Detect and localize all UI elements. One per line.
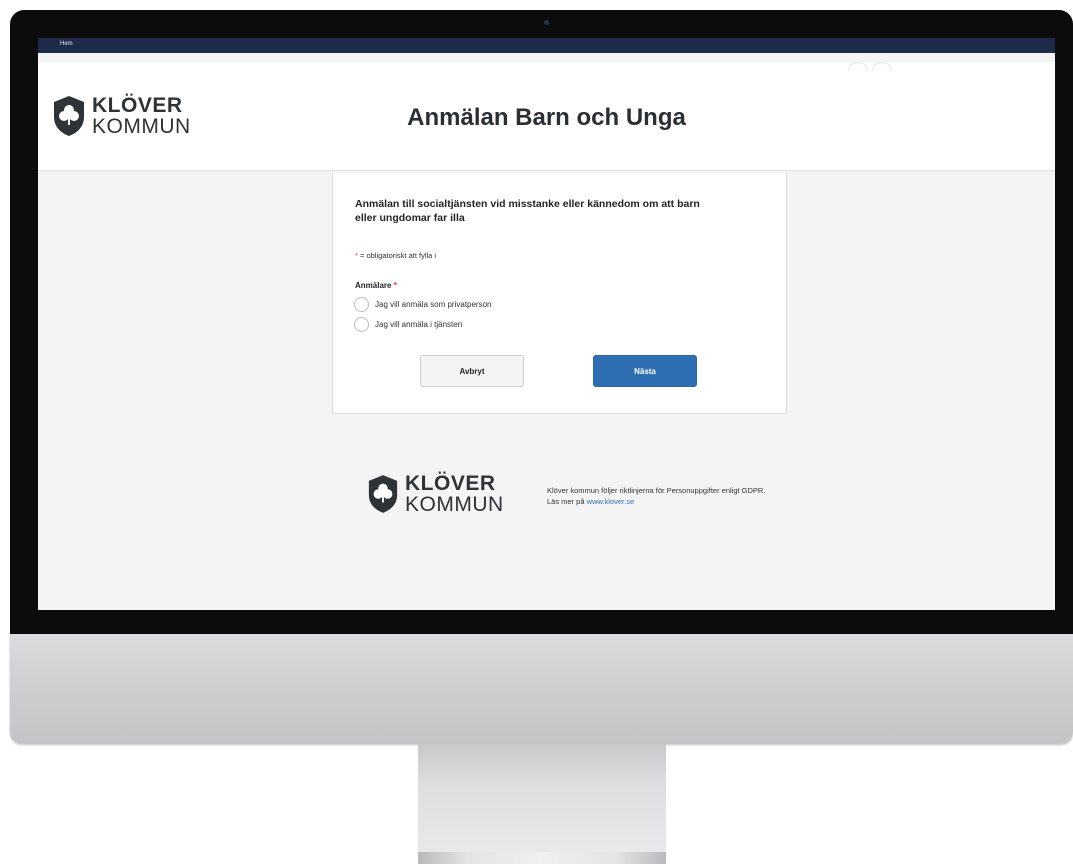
required-star: * <box>393 281 397 290</box>
page-title: Anmälan Barn och Unga <box>407 104 686 131</box>
form-heading: Anmälan till socialtjänsten vid misstank… <box>355 198 700 224</box>
top-nav-bar: Hem <box>38 38 1055 53</box>
monitor-stand-foot <box>418 852 666 864</box>
cancel-button[interactable]: Avbryt <box>420 355 524 387</box>
privacy-statement: Klöver kommun följer riktlinjerna för Pe… <box>547 486 766 495</box>
required-note-text: = obligatoriskt att fylla i <box>357 251 437 260</box>
footer-logo: KLÖVER KOMMUN <box>367 473 504 515</box>
radio-option-label: Jag vill anmäla som privatperson <box>375 300 492 309</box>
clover-shield-icon <box>368 475 398 513</box>
monitor-stand <box>418 744 666 864</box>
radio-button[interactable] <box>354 317 369 332</box>
read-more-prefix: Läs mer på <box>547 496 587 506</box>
radio-option-label: Jag vill anmäla i tjänsten <box>375 320 463 329</box>
logo-text-line2: KOMMUN <box>405 493 504 516</box>
nav-home-link[interactable]: Hem <box>60 41 73 47</box>
radio-option-official[interactable]: Jag vill anmäla i tjänsten <box>354 317 462 332</box>
camera-icon <box>544 20 549 25</box>
ghost-icon <box>872 62 892 71</box>
monitor-chin <box>10 634 1073 744</box>
ghost-icon <box>848 62 868 71</box>
footer-privacy-text: Klöver kommun följer riktlinjerna för Pe… <box>547 486 817 507</box>
screen: Hem KLÖVER KOMMUN Anmälan Barn och Unga … <box>38 38 1055 610</box>
logo-text-line1: KLÖVER <box>405 472 496 495</box>
radio-button[interactable] <box>354 297 369 312</box>
website-link[interactable]: www.klover.se <box>587 497 635 506</box>
reporter-label-text: Anmälare <box>355 281 392 290</box>
radio-option-private[interactable]: Jag vill anmäla som privatperson <box>354 297 492 312</box>
next-button[interactable]: Nästa <box>593 355 697 387</box>
required-note: * = obligatoriskt att fylla i <box>355 251 436 260</box>
form-card: Anmälan till socialtjänsten vid misstank… <box>332 173 787 414</box>
reporter-field-label: Anmälare * <box>355 281 397 290</box>
